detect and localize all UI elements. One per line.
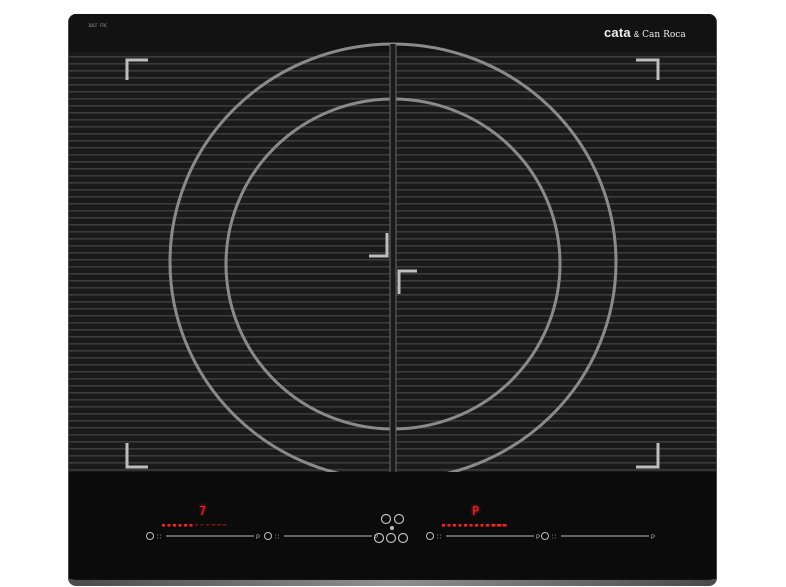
center-right-zone-led-segment: [497, 524, 501, 527]
center-right-zone-led-segment: [464, 524, 467, 527]
power-button[interactable]: [390, 526, 394, 530]
left-zone-led-segment: [162, 524, 165, 527]
right-zone-boost-label: P: [651, 535, 655, 541]
left-zone-zone-icon: ∷: [157, 533, 161, 541]
cata-logo: cata: [604, 25, 631, 40]
center-right-zone-led-segment: [447, 524, 451, 527]
center-right-zone-display: P: [472, 504, 480, 518]
center-right-zone-led-segment: [469, 524, 473, 527]
left-zone-led-segment: [206, 524, 209, 526]
right-zone-zone-icon: ∷: [552, 533, 556, 541]
left-zone-led-segment: [178, 524, 182, 527]
control-panel: [69, 472, 716, 579]
left-zone-boost-label: P: [256, 535, 260, 541]
left-zone-led-segment: [195, 524, 198, 526]
left-zone-display: 7: [199, 504, 207, 518]
center-right-zone-led-segment: [486, 524, 489, 527]
left-zone-led-segment: [173, 524, 176, 527]
left-zone-led-segment: [200, 524, 204, 526]
left-zone-led-segment: [222, 524, 227, 526]
center-left-zone-zone-icon: ∷: [275, 533, 279, 541]
center-right-zone-led-segment: [453, 524, 456, 527]
center-right-zone-led-segment: [502, 524, 507, 527]
induction-hob-glass: ∷ P ∷ P ∷ P ∷ P: [68, 14, 717, 586]
center-right-zone-led-segment: [491, 524, 496, 527]
center-right-zone-led-segment: [480, 524, 484, 527]
brand-connector: &: [633, 30, 640, 39]
can-roca-logo: Can Roca: [642, 30, 686, 40]
center-right-zone-led-segment: [458, 524, 462, 527]
left-zone-led-segment: [167, 524, 171, 527]
model-label: 10CF FRC: [88, 23, 108, 28]
center-right-zone-led-segment: [475, 524, 478, 527]
left-zone-led-segment: [184, 524, 187, 527]
center-right-zone-led-segment: [442, 524, 445, 527]
brand-logo: cata & Can Roca: [604, 25, 704, 45]
left-zone-led-segment: [211, 524, 216, 526]
left-zone-led-segment: [189, 524, 193, 527]
left-zone-led-segment: [217, 524, 221, 526]
center-right-zone-zone-icon: ∷: [437, 533, 441, 541]
center-right-zone-boost-label: P: [536, 535, 540, 541]
